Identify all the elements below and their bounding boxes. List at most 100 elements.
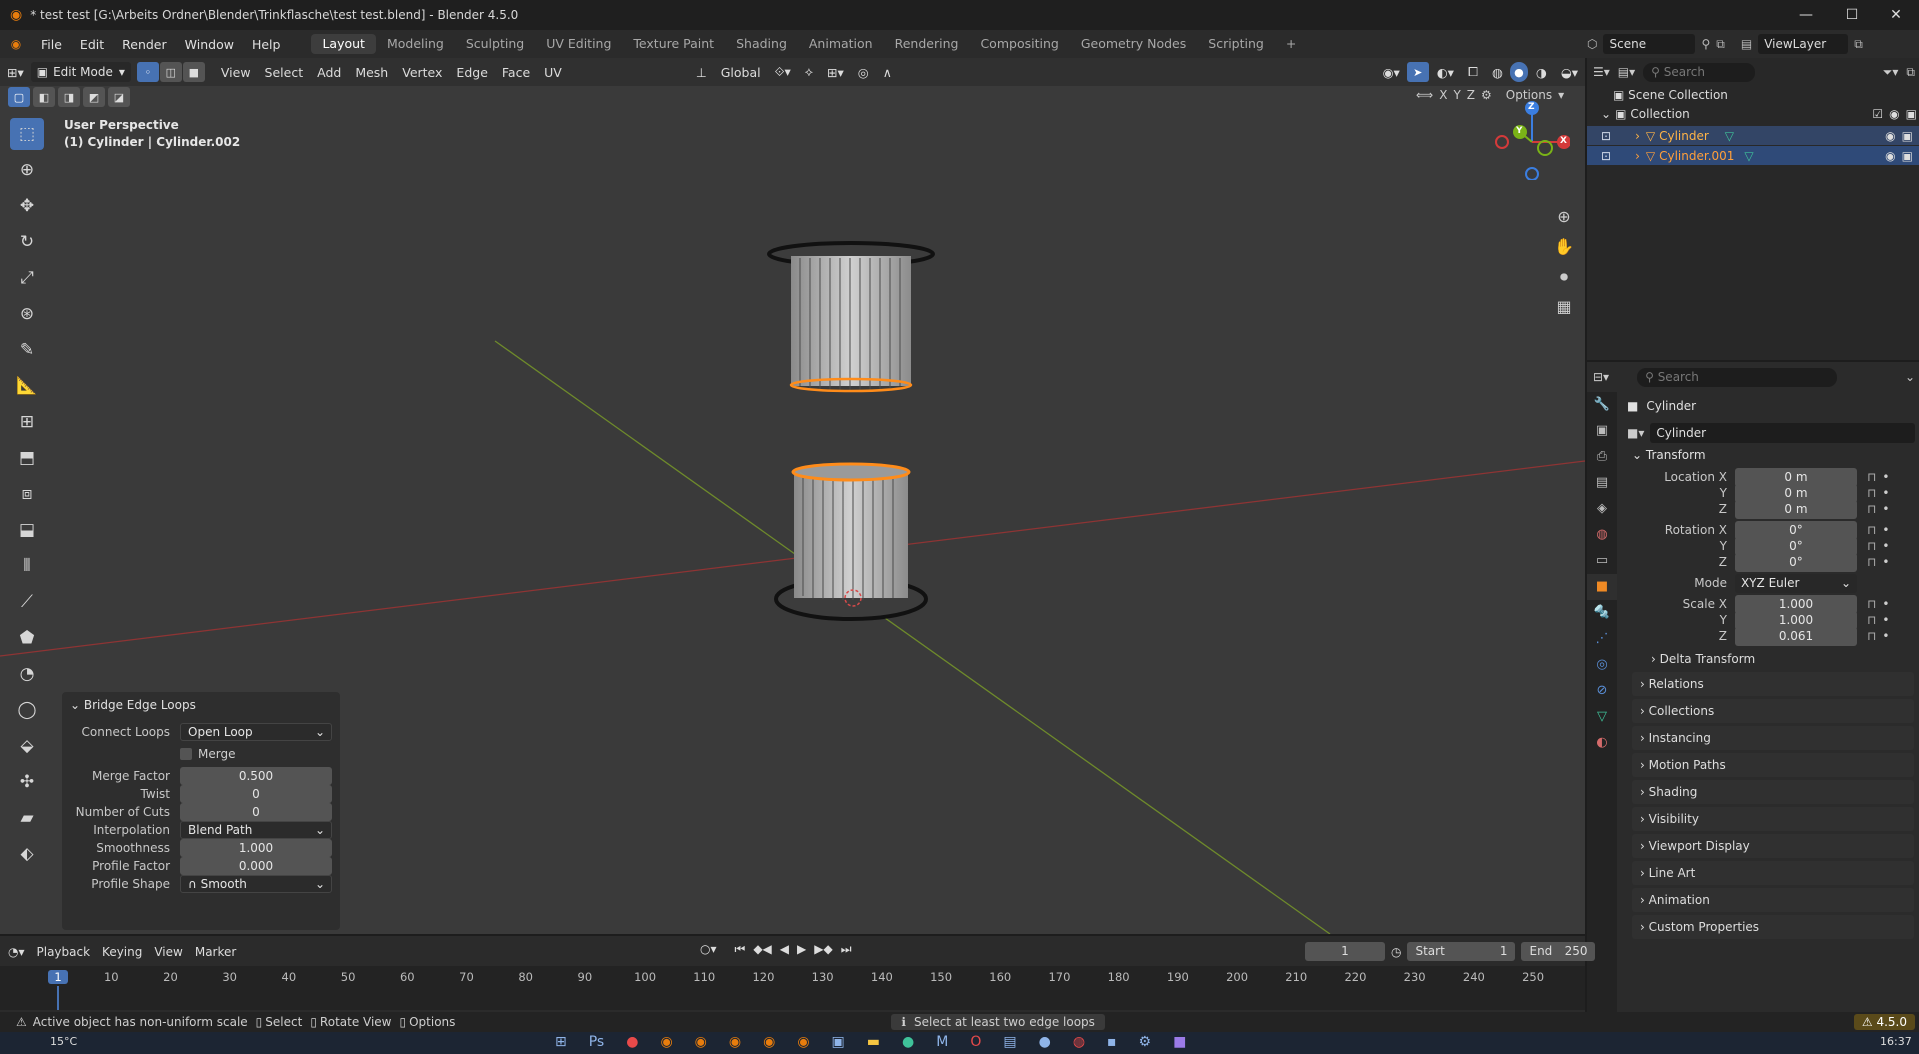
- lock-icon[interactable]: ⊓: [1867, 539, 1876, 553]
- select-extend-icon[interactable]: ◧: [33, 87, 55, 107]
- smooth-icon[interactable]: ◯: [10, 694, 44, 726]
- menu-file[interactable]: File: [32, 37, 71, 52]
- inset-icon[interactable]: ⧈: [10, 478, 44, 510]
- scene-name-field[interactable]: Scene: [1603, 34, 1696, 54]
- outliner-editor-icon[interactable]: ☰▾: [1593, 65, 1610, 79]
- snap-icon[interactable]: ⟡: [798, 64, 820, 80]
- tab-modeling[interactable]: Modeling: [376, 34, 455, 54]
- add-cube-icon[interactable]: ⊞: [10, 406, 44, 438]
- menu-marker[interactable]: Marker: [195, 945, 236, 959]
- maximize-button[interactable]: ☐: [1829, 0, 1875, 30]
- next-keyframe-icon[interactable]: ▶◆: [814, 942, 832, 957]
- timeline-ruler[interactable]: 1 10 20 30 40 50 60 70 80 90 100 110 120 130 140 150 160…: [0, 966, 1585, 1010]
- tab-sculpting[interactable]: Sculpting: [455, 34, 535, 54]
- auto-keying-icon[interactable]: ○▾: [700, 942, 717, 957]
- material-tab-icon[interactable]: ◐: [1587, 730, 1617, 756]
- app-red-icon[interactable]: ●: [626, 1034, 638, 1050]
- lock-icon[interactable]: ⊓: [1867, 502, 1876, 516]
- app-purple-icon[interactable]: ■: [1173, 1034, 1186, 1050]
- minimize-button[interactable]: —: [1783, 0, 1829, 30]
- play-reverse-icon[interactable]: ◀: [780, 942, 789, 957]
- smoothness-field[interactable]: 1.000: [180, 838, 332, 857]
- blender-task-icon[interactable]: ◉: [660, 1034, 672, 1050]
- face-select-icon[interactable]: ■: [182, 62, 205, 82]
- tab-scripting[interactable]: Scripting: [1197, 34, 1275, 54]
- bevel-icon[interactable]: ⬓: [10, 514, 44, 546]
- tab-shading[interactable]: Shading: [725, 34, 798, 54]
- profile-shape-select[interactable]: ∩ Smooth ⌄: [180, 874, 332, 893]
- timeline-editor-icon[interactable]: ◔▾: [8, 945, 25, 959]
- app-green-icon[interactable]: ●: [902, 1034, 914, 1050]
- chevron-down-icon[interactable]: ⌄: [1905, 370, 1915, 384]
- ortho-grid-icon[interactable]: ▦: [1553, 292, 1575, 322]
- start-menu-icon[interactable]: ⊞: [555, 1034, 567, 1050]
- jump-start-icon[interactable]: ⏮: [735, 942, 746, 957]
- navigation-gizmo[interactable]: Z X Y: [1490, 100, 1571, 181]
- visibility-icon[interactable]: ◉▾: [1376, 65, 1407, 80]
- constraints-tab-icon[interactable]: ⊘: [1587, 678, 1617, 704]
- scene-collection-row[interactable]: ▣ Scene Collection: [1613, 88, 1728, 102]
- app-badge-icon[interactable]: ●: [1039, 1034, 1051, 1050]
- camera-icon[interactable]: ▣: [1902, 129, 1913, 143]
- app-m-icon[interactable]: M: [936, 1034, 948, 1050]
- tool-tab-icon[interactable]: 🔧: [1587, 392, 1617, 418]
- folder-icon[interactable]: ▬: [867, 1034, 880, 1050]
- mirror-x[interactable]: X: [1439, 88, 1447, 102]
- rotation-mode-select[interactable]: XYZ Euler ⌄: [1735, 573, 1857, 593]
- panel-instancing[interactable]: › Instancing: [1632, 726, 1914, 750]
- options-dropdown[interactable]: Options: [1506, 88, 1552, 102]
- menu-render[interactable]: Render: [113, 37, 176, 52]
- cursor-icon[interactable]: ⊕: [10, 154, 44, 186]
- close-button[interactable]: ✕: [1873, 0, 1919, 30]
- camera-icon[interactable]: ▣: [1906, 107, 1917, 121]
- settings-icon[interactable]: ⚙: [1139, 1034, 1152, 1050]
- panel-visibility[interactable]: › Visibility: [1632, 807, 1914, 831]
- add-workspace-button[interactable]: +: [1275, 34, 1307, 54]
- transform-icon[interactable]: ⊛: [10, 298, 44, 330]
- connect-loops-select[interactable]: Open Loop ⌄: [180, 722, 332, 741]
- mirror-z[interactable]: Z: [1467, 88, 1475, 102]
- menu-add[interactable]: Add: [310, 65, 348, 80]
- current-frame-field[interactable]: 1: [1305, 942, 1385, 961]
- lock-icon[interactable]: ⊓: [1867, 523, 1876, 537]
- view-layer-tab-icon[interactable]: ▤: [1587, 470, 1617, 496]
- material-shading-icon[interactable]: ◑: [1529, 65, 1554, 80]
- tab-animation[interactable]: Animation: [798, 34, 884, 54]
- new-view-layer-icon[interactable]: ⧉: [1854, 37, 1863, 52]
- outliner-item-cylinder[interactable]: ⊡ › ▽ Cylinder ▽ ◉ ▣: [1587, 126, 1919, 145]
- opera-icon[interactable]: O: [970, 1034, 981, 1050]
- keyframe-dot-icon[interactable]: •: [1882, 613, 1889, 627]
- lock-icon[interactable]: ⊓: [1867, 597, 1876, 611]
- new-collection-icon[interactable]: ⧉: [1906, 65, 1915, 80]
- topology-icon[interactable]: ⚙: [1481, 88, 1492, 102]
- select-intersect-icon[interactable]: ◪: [108, 87, 130, 107]
- editor-type-icon[interactable]: ⊞▾: [0, 65, 31, 80]
- jump-end-icon[interactable]: ⏭: [841, 942, 852, 957]
- mode-selector[interactable]: ▣ Edit Mode ▾: [30, 62, 131, 82]
- select-invert-icon[interactable]: ◩: [83, 87, 105, 107]
- panel-custom-properties[interactable]: › Custom Properties: [1632, 915, 1914, 939]
- lock-icon[interactable]: ⊓: [1867, 470, 1876, 484]
- properties-search[interactable]: ⚲ Search: [1637, 367, 1838, 387]
- lock-icon[interactable]: ⊓: [1867, 486, 1876, 500]
- keyframe-dot-icon[interactable]: •: [1882, 539, 1889, 553]
- lock-icon[interactable]: ⊓: [1867, 629, 1876, 643]
- move-icon[interactable]: ✥: [10, 190, 44, 222]
- gizmo-toggle-icon[interactable]: ➤: [1406, 62, 1429, 82]
- number-of-cuts-field[interactable]: 0: [180, 802, 332, 821]
- overlay-toggle-icon[interactable]: ◐▾: [1430, 65, 1461, 80]
- keyframe-dot-icon[interactable]: •: [1882, 555, 1889, 569]
- blender-task-icon[interactable]: ◉: [729, 1034, 741, 1050]
- outliner-item-cylinder-001[interactable]: ⊡ › ▽ Cylinder.001 ▽ ◉ ▣: [1587, 146, 1919, 165]
- scale-z-field[interactable]: 0.061: [1735, 626, 1857, 646]
- panel-line-art[interactable]: › Line Art: [1632, 861, 1914, 885]
- select-subtract-icon[interactable]: ◨: [58, 87, 80, 107]
- location-z-field[interactable]: 0 m: [1735, 499, 1857, 519]
- rip-icon[interactable]: ⬖: [10, 838, 44, 870]
- shrink-fatten-icon[interactable]: ✣: [10, 766, 44, 798]
- scale-icon[interactable]: ⤢: [10, 262, 44, 294]
- outliner-search[interactable]: ⚲ Search: [1643, 62, 1756, 82]
- prev-keyframe-icon[interactable]: ◆◀: [753, 942, 771, 957]
- play-icon[interactable]: ▶: [797, 942, 806, 957]
- chrome-icon[interactable]: ◍: [1073, 1034, 1085, 1050]
